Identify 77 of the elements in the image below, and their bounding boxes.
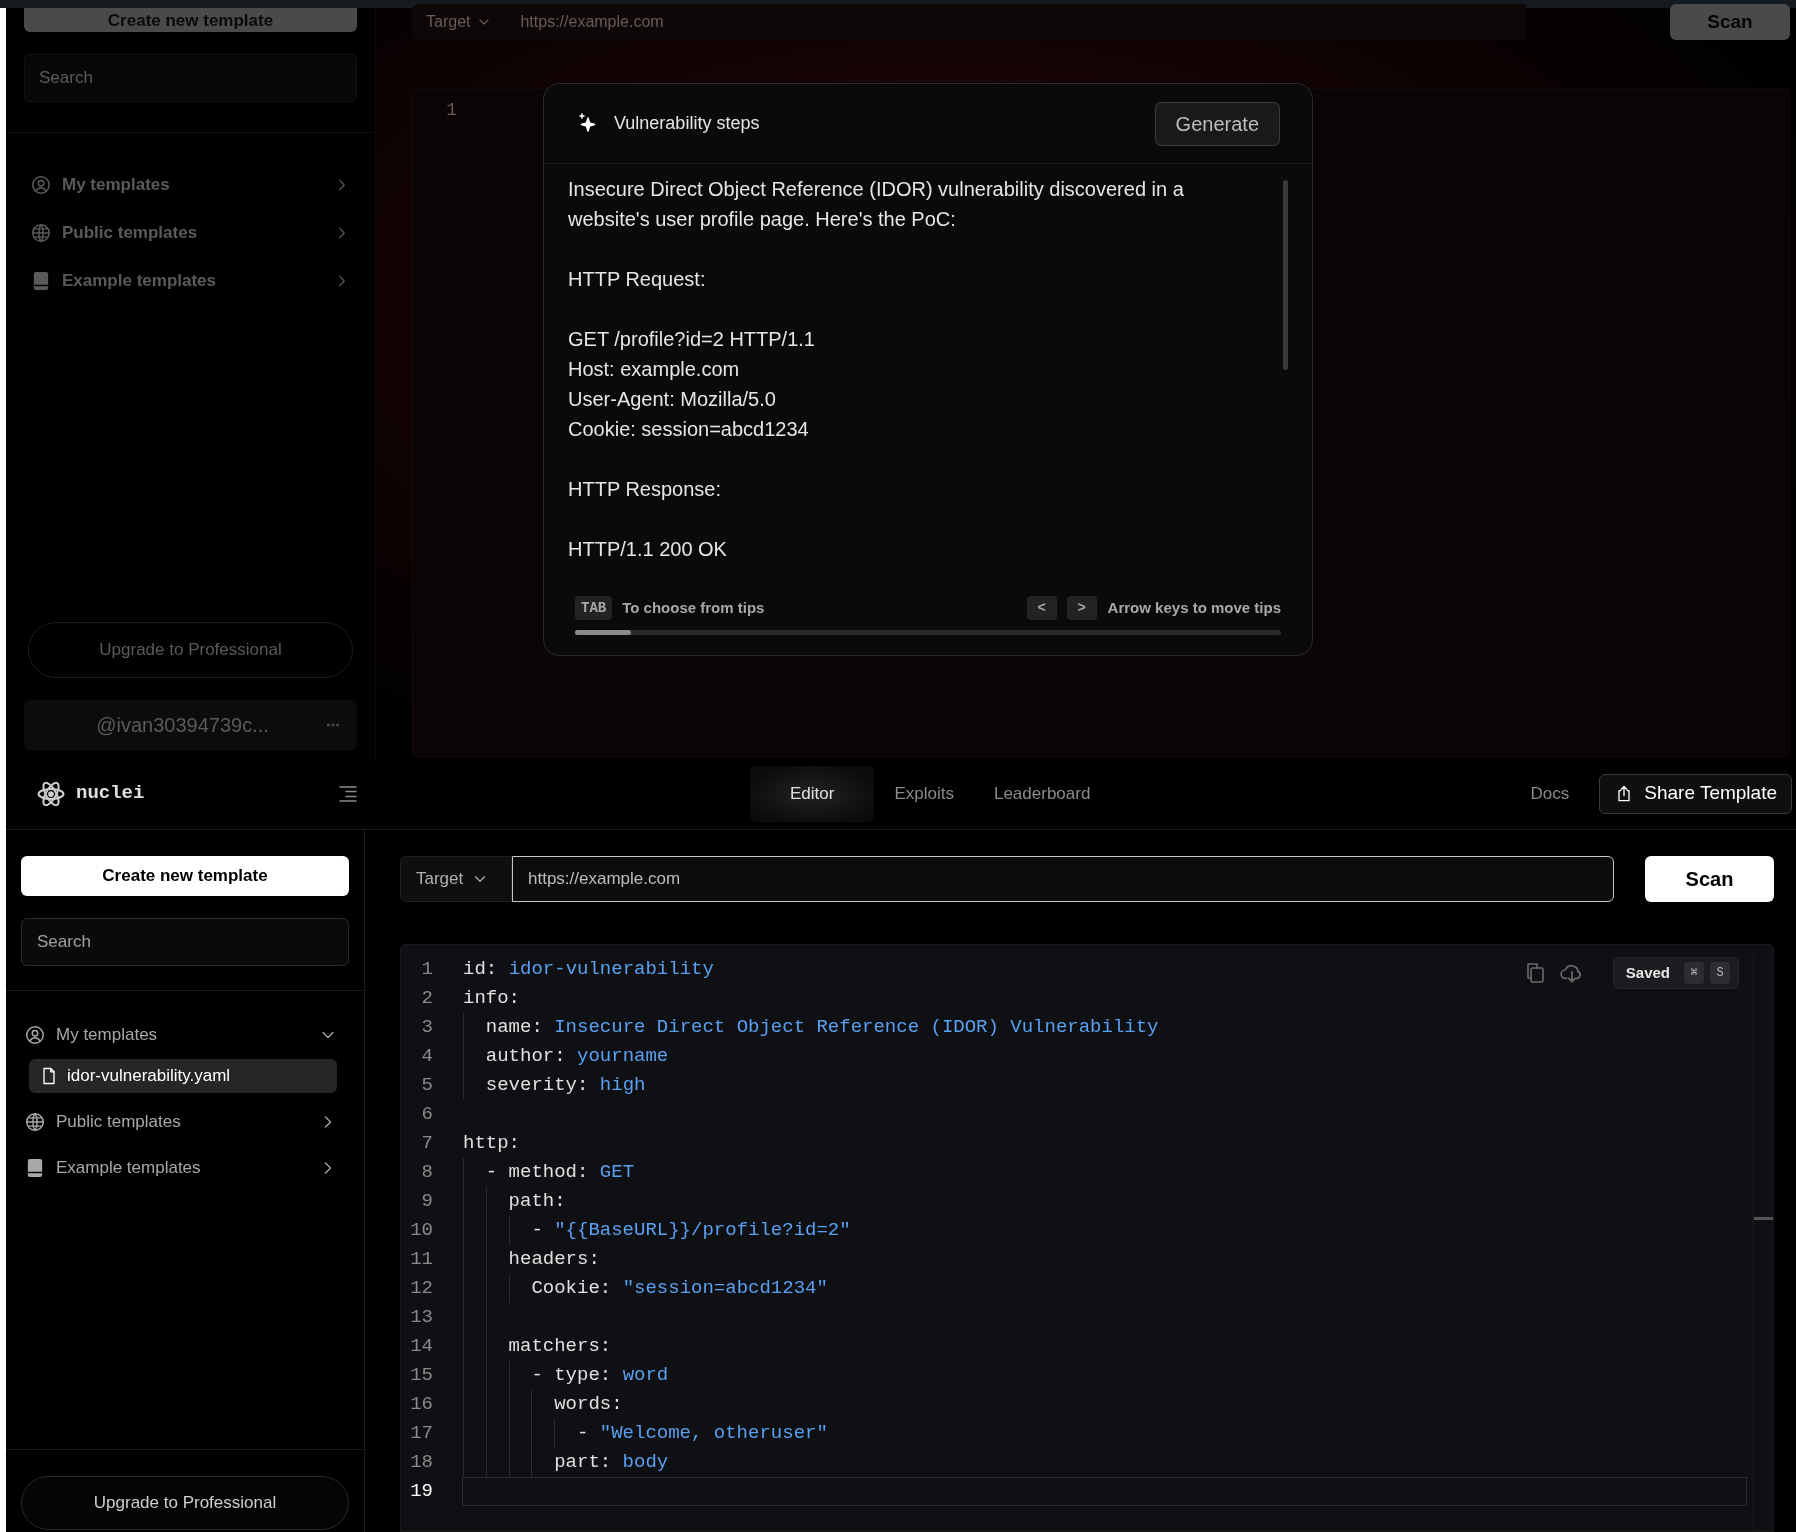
dialog-title: Vulnerability steps: [614, 112, 761, 135]
user-circle-icon: [24, 1024, 46, 1046]
sidebar-item[interactable]: My templates: [24, 1018, 346, 1052]
nav-tab[interactable]: Exploits: [874, 765, 974, 822]
code-line: author: yourname: [485, 1044, 669, 1069]
key-label: TAB: [575, 596, 613, 620]
code-line: - "{{BaseURL}}/profile?id=2": [531, 1218, 851, 1243]
line-number: 13: [409, 1305, 433, 1331]
code-line: http:: [463, 1131, 520, 1156]
search-field[interactable]: Search: [21, 918, 349, 966]
code-line: id: idor-vulnerability: [463, 957, 714, 982]
line-number: 15: [409, 1363, 433, 1389]
search-field[interactable]: Search: [24, 54, 357, 102]
line-number: 10: [409, 1218, 433, 1244]
globe-icon: [24, 1111, 46, 1133]
share-template-button[interactable]: Share Template: [1599, 773, 1792, 814]
url-field[interactable]: https://example.com: [512, 856, 1614, 902]
create-template-button[interactable]: Create new template: [21, 856, 349, 896]
target-dropdown[interactable]: Target: [400, 856, 512, 902]
text-line: HTTP/1.1 200 OK: [568, 537, 728, 562]
shortcut-key: ⌘: [1684, 962, 1704, 984]
text-line: Insecure Direct Object Reference (IDOR) vulnerability discovered in a website's user profile page. Here's the PoC:: [568, 177, 1185, 232]
text-line: HTTP Request:: [568, 267, 707, 292]
hint-text: Arrow keys to move tips: [1107, 597, 1281, 618]
code-line: matchers:: [508, 1334, 612, 1359]
code-line: words:: [554, 1392, 623, 1417]
scan-button[interactable]: Scan: [1645, 856, 1774, 902]
upgrade-button[interactable]: Upgrade to Professional: [21, 1476, 349, 1530]
logo-text: nuclei: [76, 781, 145, 807]
previous-tip-button[interactable]: <: [1026, 596, 1057, 620]
status-label: Saved: [1625, 962, 1670, 983]
code-line: path:: [508, 1189, 566, 1214]
nav-tab[interactable]: Leaderboard: [973, 765, 1111, 822]
sidebar-item[interactable]: Public templates: [24, 1105, 346, 1139]
code-line: name: Insecure Direct Object Reference (IDOR) Vulnerability: [485, 1015, 1159, 1040]
line-number: 3: [420, 1015, 433, 1041]
generate-button[interactable]: Generate: [1154, 101, 1280, 146]
line-number: 19: [409, 1479, 433, 1505]
file-item[interactable]: idor-vulnerability.yaml: [29, 1059, 337, 1093]
line-number: 1: [445, 99, 457, 122]
nav-tab[interactable]: Editor: [750, 765, 875, 822]
scrollbar-thumb: [1754, 1217, 1773, 1220]
line-number: 12: [409, 1276, 433, 1302]
text-line: HTTP Response:: [568, 477, 723, 502]
code-line: - "Welcome, otheruser": [577, 1421, 828, 1446]
docs-link[interactable]: Docs: [1530, 780, 1570, 807]
text-line: Host: example.com: [568, 357, 741, 382]
line-number: 18: [409, 1450, 433, 1476]
line-number: 8: [420, 1160, 433, 1186]
globe-icon: [30, 222, 52, 244]
sidebar-item[interactable]: Example templates: [24, 1151, 346, 1185]
text-line: GET /profile?id=2 HTTP/1.1: [568, 327, 816, 352]
text-line: Cookie: session=abcd1234: [568, 417, 810, 442]
line-number: 4: [420, 1044, 433, 1070]
line-number: 16: [409, 1392, 433, 1418]
line-number: 5: [420, 1073, 433, 1099]
text-line: User-Agent: Mozilla/5.0: [568, 387, 777, 412]
next-tip-button[interactable]: >: [1066, 596, 1097, 620]
line-number: 11: [409, 1247, 433, 1273]
line-number: 14: [409, 1334, 433, 1360]
line-number: 9: [420, 1189, 433, 1215]
code-line: Cookie: "session=abcd1234": [531, 1276, 828, 1301]
code-line: severity: high: [485, 1073, 646, 1098]
hint-text: To choose from tips: [622, 597, 766, 618]
code-line: headers:: [508, 1247, 600, 1272]
shortcut-key: S: [1710, 962, 1730, 984]
line-number: 17: [409, 1421, 433, 1447]
line-number: 6: [420, 1102, 433, 1128]
line-number: 1: [420, 957, 433, 983]
code-line: - type: word: [531, 1363, 669, 1388]
line-number: 7: [420, 1131, 433, 1157]
code-line: - method: GET: [485, 1160, 635, 1185]
user-circle-icon: [30, 174, 52, 196]
code-line: part: body: [554, 1450, 669, 1475]
username: @ivan30394739c...: [95, 713, 270, 738]
line-number: 2: [420, 986, 433, 1012]
code-line: info:: [463, 986, 520, 1011]
